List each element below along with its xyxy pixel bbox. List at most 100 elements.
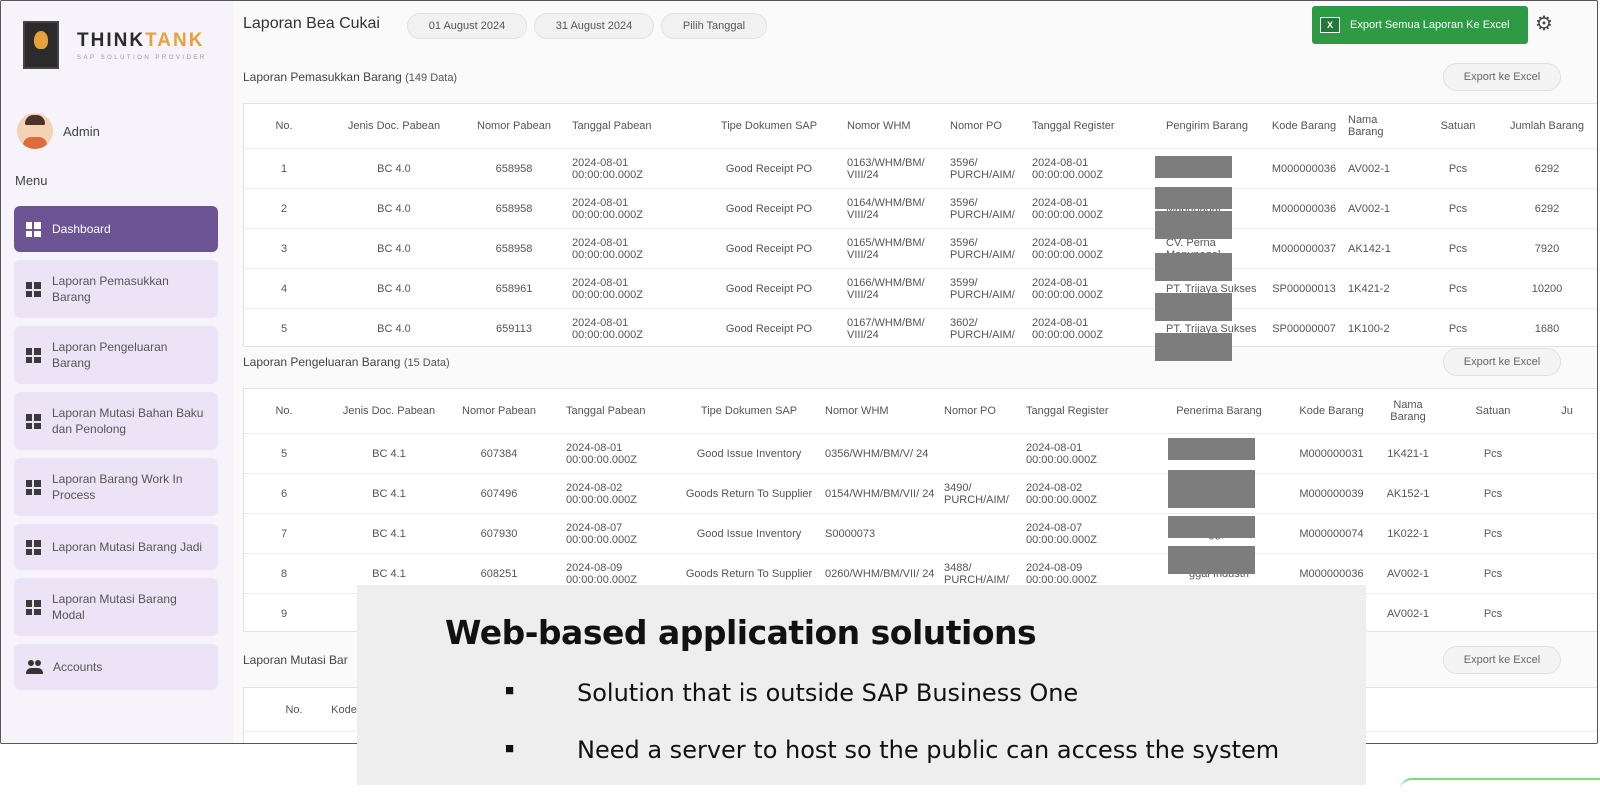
- record-count: (15 Data): [403, 357, 450, 369]
- table-row[interactable]: 6 BC 4.1 607496 2024-08-02 00:00:00.000Z Goo…: [244, 474, 1597, 514]
- table-cell: 3596/ PURCH/AIM/: [950, 236, 1015, 261]
- export-mutasi-button[interactable]: Export ke Excel: [1443, 646, 1561, 674]
- brand-tagline: SAP SOLUTION PROVIDER: [77, 54, 207, 61]
- table-cell: 8: [280, 567, 288, 580]
- table-row[interactable]: 5 BC 4.0 659113 2024-08-01 00:00:00.000Z Goo…: [244, 309, 1597, 346]
- column-header[interactable]: Nomor Pabean: [454, 389, 544, 433]
- column-header[interactable]: No.: [254, 389, 314, 433]
- column-header[interactable]: Tipe Dokumen SAP: [674, 389, 824, 433]
- column-header[interactable]: Satuan: [1428, 104, 1488, 148]
- redaction-mask: [1168, 546, 1255, 574]
- table-cell: 7920: [1534, 242, 1560, 255]
- column-header[interactable]: Kode Barang: [1289, 389, 1374, 433]
- bullet-icon: ■: [505, 682, 515, 699]
- table-row[interactable]: 5 BC 4.1 607384 2024-08-01 00:00:00.000Z Goo…: [244, 434, 1597, 474]
- export-pemasukkan-button[interactable]: Export ke Excel: [1443, 63, 1561, 91]
- table-cell: 607384: [480, 447, 518, 460]
- table-cell: 2024-08-01 00:00:00.000Z: [572, 316, 643, 341]
- table-cell: M000000037: [1271, 242, 1337, 255]
- table-cell: 7: [280, 527, 288, 540]
- brand-logo[interactable]: THINKTANK SAP SOLUTION PROVIDER: [23, 21, 207, 69]
- sidebar-item-dashboard[interactable]: Dashboard: [14, 206, 218, 252]
- table-row[interactable]: 4 BC 4.0 658961 2024-08-01 00:00:00.000Z Goo…: [244, 269, 1597, 309]
- column-header[interactable]: Jumlah Barang: [1494, 104, 1597, 148]
- excel-icon: X: [1320, 17, 1340, 33]
- dashboard-icon: [26, 599, 41, 615]
- table-cell: Good Receipt PO: [725, 242, 813, 255]
- table-cell: [944, 514, 1024, 553]
- column-header[interactable]: Jenis Doc. Pabean: [334, 104, 454, 148]
- table-row[interactable]: 1 BC 4.0 658958 2024-08-01 00:00:00.000Z Goo…: [244, 149, 1597, 189]
- gear-icon[interactable]: ⚙: [1535, 11, 1553, 36]
- table-cell: BC 4.1: [372, 527, 406, 540]
- table-cell: 2: [280, 202, 288, 215]
- sidebar-item-accounts[interactable]: Accounts: [14, 644, 218, 690]
- table-row[interactable]: 3 BC 4.0 658958 2024-08-01 00:00:00.000Z Goo…: [244, 229, 1597, 269]
- table-cell: 1K421-1: [1387, 447, 1429, 460]
- column-header[interactable]: Satuan: [1463, 389, 1523, 433]
- sidebar-menu: Dashboard Laporan Pemasukkan Barang Lapo…: [14, 206, 218, 698]
- column-header[interactable]: Kode Barang: [1264, 104, 1344, 148]
- table-cell: 1K421-2: [1348, 282, 1390, 295]
- column-header[interactable]: Penerima Barang: [1164, 389, 1274, 433]
- table-cell: 3596/ PURCH/AIM/: [950, 156, 1015, 181]
- table-cell: SP00000007: [1272, 322, 1336, 335]
- brand-name: THINKTANK: [77, 29, 205, 51]
- column-header[interactable]: Tanggal Register: [1032, 104, 1152, 148]
- sidebar-item-laporan-wip[interactable]: Laporan Barang Work In Process: [14, 458, 218, 516]
- column-header[interactable]: Tanggal Register: [1026, 389, 1146, 433]
- sidebar-item-laporan-mutasi-barang-jadi[interactable]: Laporan Mutasi Barang Jadi: [14, 524, 218, 570]
- table-cell: Pcs: [1483, 607, 1503, 620]
- redaction-mask: [1168, 516, 1255, 538]
- sidebar-item-label: Laporan Pengeluaran Barang: [52, 340, 168, 370]
- table-cell: 1K100-2: [1348, 322, 1390, 335]
- table-cell: Good Receipt PO: [725, 282, 813, 295]
- redaction-mask: [1168, 438, 1255, 460]
- table-cell: 5: [280, 447, 288, 460]
- column-header[interactable]: Ju: [1534, 389, 1597, 433]
- table-cell: 2024-08-01 00:00:00.000Z: [1026, 441, 1097, 466]
- date-start-button[interactable]: 01 August 2024: [407, 13, 527, 39]
- column-header[interactable]: Tanggal Pabean: [572, 104, 682, 148]
- table-row[interactable]: 2 BC 4.0 658958 2024-08-01 00:00:00.000Z Goo…: [244, 189, 1597, 229]
- sidebar-item-laporan-mutasi-barang-modal[interactable]: Laporan Mutasi Barang Modal: [14, 578, 218, 636]
- column-header[interactable]: Tanggal Pabean: [566, 389, 676, 433]
- column-header[interactable]: Nomor PO: [944, 389, 1024, 433]
- table-cell: 659113: [496, 322, 532, 335]
- table-cell: 3599/ PURCH/AIM/: [950, 276, 1015, 301]
- sidebar-item-laporan-pemasukkan[interactable]: Laporan Pemasukkan Barang: [14, 260, 218, 318]
- date-end-button[interactable]: 31 August 2024: [534, 13, 654, 39]
- table-cell: 2024-08-07 00:00:00.000Z: [566, 521, 637, 546]
- column-header[interactable]: Nomor Pabean: [464, 104, 564, 148]
- column-header[interactable]: Nomor PO: [950, 104, 1030, 148]
- people-icon: [26, 660, 44, 674]
- avatar: [17, 113, 53, 149]
- sidebar-item-laporan-pengeluaran[interactable]: Laporan Pengeluaran Barang: [14, 326, 218, 384]
- table-cell: Pcs: [1483, 487, 1503, 500]
- sidebar-item-laporan-mutasi-bahan-baku[interactable]: Laporan Mutasi Bahan Baku dan Penolong: [14, 392, 218, 450]
- table-cell: 2024-08-07 00:00:00.000Z: [1026, 521, 1097, 546]
- column-header[interactable]: Pengirim Barang: [1166, 104, 1266, 148]
- column-header[interactable]: Jenis Doc. Pabean: [334, 389, 444, 433]
- column-header[interactable]: Nomor WHM: [825, 389, 935, 433]
- column-header[interactable]: Nama Barang: [1378, 389, 1438, 433]
- column-header[interactable]: Nomor WHM: [847, 104, 937, 148]
- table-row[interactable]: 7 BC 4.1 607930 2024-08-07 00:00:00.000Z Goo…: [244, 514, 1597, 554]
- table-cell: M000000039: [1299, 487, 1364, 500]
- dashboard-icon: [26, 413, 41, 429]
- export-all-excel-button[interactable]: X Export Semua Laporan Ke Excel: [1312, 6, 1528, 44]
- sidebar-item-label: Accounts: [53, 660, 103, 674]
- table-cell: 658958: [495, 202, 533, 215]
- table-cell: 607496: [480, 487, 518, 500]
- export-all-label: Export Semua Laporan Ke Excel: [1350, 19, 1510, 31]
- user-profile[interactable]: Admin: [17, 113, 100, 149]
- export-pengeluaran-button[interactable]: Export ke Excel: [1443, 348, 1561, 376]
- table-cell: 5: [280, 322, 288, 335]
- table-cell: 0165/WHM/BM/ VIII/24: [847, 236, 925, 261]
- column-header[interactable]: No.: [254, 104, 314, 148]
- column-header[interactable]: Nama Barang: [1348, 104, 1408, 148]
- column-header[interactable]: Tipe Dokumen SAP: [704, 104, 834, 148]
- table-cell: 607930: [480, 527, 518, 540]
- pick-date-button[interactable]: Pilih Tanggal: [661, 13, 767, 39]
- table-cell: 658961: [495, 282, 533, 295]
